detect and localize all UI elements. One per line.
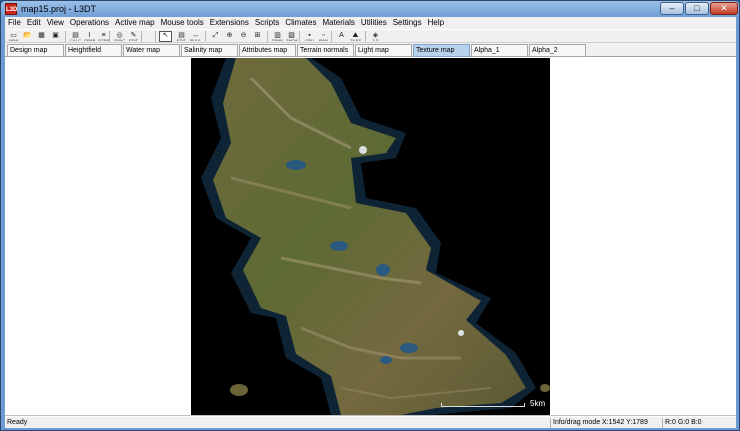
status-text: Ready — [7, 419, 28, 426]
sync-icon[interactable]: ◎SYNCH — [113, 31, 126, 42]
zoom-fit-icon-glyph: ⤢ — [212, 32, 219, 39]
tool-rule-icon-label: RULE — [190, 38, 201, 42]
map-tabs: Design map Heightfield Water map Salinit… — [5, 43, 736, 57]
menu-mouse-tools[interactable]: Mouse tools — [158, 17, 207, 29]
toolbar-separator — [205, 31, 206, 42]
save-all-icon[interactable]: ▦ — [35, 31, 48, 42]
scale-label: 5km — [530, 399, 546, 408]
toolbar: ▭NEW📂▦▣▤CALC⌇GRAPH≡SCRIPT◎SYNCH✎EDIT↖▤ED… — [5, 29, 736, 43]
texture-map-image[interactable]: 5km — [191, 58, 550, 415]
menu-active-map[interactable]: Active map — [112, 17, 158, 29]
status-bar: Ready Info/drag mode X:1542 Y:1789 R:0 G… — [5, 416, 736, 428]
ram-icon-label: RAM — [319, 38, 328, 42]
open-icon-glyph: 📂 — [23, 32, 32, 39]
toolbar-separator — [155, 31, 156, 42]
tool-edit-icon[interactable]: ▤ EDIT — [175, 31, 188, 42]
menu-utilities[interactable]: Utilities — [358, 17, 390, 29]
menu-climates[interactable]: Climates — [282, 17, 319, 29]
paint-icon[interactable]: A — [335, 31, 348, 42]
tiles-icon-label: TILES — [350, 38, 362, 42]
menu-extensions[interactable]: Extensions — [207, 17, 252, 29]
menu-file[interactable]: File — [5, 17, 24, 29]
select-icon[interactable]: ↖ — [159, 31, 172, 42]
menu-operations[interactable]: Operations — [67, 17, 112, 29]
tab-alpha-1[interactable]: Alpha_1 — [471, 44, 528, 57]
toolbar-separator — [109, 31, 110, 42]
tool-rule-icon[interactable]: ↔ RULE — [189, 31, 202, 42]
toolbar-separator — [65, 31, 66, 42]
zoom-region-icon-glyph: ⊞ — [254, 32, 261, 39]
save-icon-glyph: ▣ — [52, 32, 59, 39]
mouse-mode-status: Info/drag mode X:1542 Y:1789 — [553, 419, 648, 426]
zoom-region-icon[interactable]: ⊞ — [251, 31, 264, 42]
zoom-in-icon[interactable]: ⊕ — [223, 31, 236, 42]
save-all-icon-glyph: ▦ — [38, 32, 45, 39]
tab-heightfield[interactable]: Heightfield — [65, 44, 122, 57]
tab-alpha-2[interactable]: Alpha_2 — [529, 44, 586, 57]
toolbar-separator — [365, 31, 366, 42]
draw-map-icon-label: DRAW — [272, 38, 284, 42]
status-divider — [550, 418, 551, 428]
zoom-in-icon-glyph: ⊕ — [226, 32, 233, 39]
toolbar-separator — [267, 31, 268, 42]
maximize-button[interactable]: □ — [685, 2, 709, 15]
toolbar-separator — [299, 31, 300, 42]
cpu-icon-label: CPU — [305, 38, 314, 42]
client-area: File Edit View Operations Active map Mou… — [5, 17, 736, 428]
menu-bar: File Edit View Operations Active map Mou… — [5, 17, 736, 29]
app-window: L3D map15.proj - L3DT – □ ✕ File Edit Vi… — [0, 0, 740, 431]
ram-icon[interactable]: ▫ RAM — [317, 31, 330, 42]
status-divider — [662, 418, 663, 428]
edit-icon[interactable]: ✎ EDIT — [127, 31, 140, 42]
tab-design-map[interactable]: Design map — [7, 44, 64, 57]
draw-map-icon[interactable]: ▥ DRAW — [271, 31, 284, 42]
calc-icon-label: CALC — [70, 38, 81, 42]
3d-view-icon-label: 3-D — [372, 38, 379, 42]
menu-settings[interactable]: Settings — [390, 17, 425, 29]
edit-icon-label: EDIT — [128, 38, 139, 42]
save-icon[interactable]: ▣ — [49, 31, 62, 42]
3d-view-icon[interactable]: ◈ 3-D — [369, 31, 382, 42]
show-map-icon-label: SHOW — [286, 38, 298, 42]
tiles-icon[interactable]: ⛰ TILES — [349, 31, 362, 42]
graph-icon-label: GRAPH — [84, 38, 96, 42]
zoom-out-icon[interactable]: ⊖ — [237, 31, 250, 42]
app-icon[interactable]: L3D — [5, 3, 17, 15]
tab-light-map[interactable]: Light map — [355, 44, 412, 57]
minimize-button[interactable]: – — [660, 2, 684, 15]
menu-materials[interactable]: Materials — [319, 17, 357, 29]
cpu-icon[interactable]: ▪ CPU — [303, 31, 316, 42]
open-icon[interactable]: 📂 — [21, 31, 34, 42]
new-icon[interactable]: ▭ NEW — [7, 31, 20, 42]
calc-icon[interactable]: ▤ CALC — [69, 31, 82, 42]
zoom-out-icon-glyph: ⊖ — [240, 32, 247, 39]
tab-texture-map[interactable]: Texture map — [413, 44, 470, 57]
graph-icon[interactable]: ⌇GRAPH — [83, 31, 96, 42]
tab-water-map[interactable]: Water map — [123, 44, 180, 57]
map-viewport[interactable]: 5km — [5, 57, 736, 416]
window-title: map15.proj - L3DT — [21, 4, 97, 14]
sync-icon-label: SYNCH — [114, 38, 126, 42]
tab-attributes-map[interactable]: Attributes map — [239, 44, 296, 57]
tab-salinity-map[interactable]: Salinity map — [181, 44, 238, 57]
zoom-fit-icon[interactable]: ⤢ — [209, 31, 222, 42]
pixel-color-status: R:0 G:0 B:0 — [665, 419, 702, 426]
scale-bar — [441, 403, 525, 407]
new-icon-label: NEW — [8, 38, 19, 42]
paint-icon-glyph: A — [339, 32, 344, 39]
tab-terrain-normals[interactable]: Terrain normals — [297, 44, 354, 57]
title-bar[interactable]: L3D map15.proj - L3DT – □ ✕ — [1, 1, 739, 17]
select-icon-glyph: ↖ — [162, 32, 169, 39]
terrain-render — [191, 58, 550, 415]
show-map-icon[interactable]: ▧ SHOW — [285, 31, 298, 42]
menu-scripts[interactable]: Scripts — [252, 17, 282, 29]
tool-edit-icon-label: EDIT — [176, 38, 187, 42]
menu-help[interactable]: Help — [425, 17, 447, 29]
menu-edit[interactable]: Edit — [24, 17, 44, 29]
menu-view[interactable]: View — [44, 17, 67, 29]
close-button[interactable]: ✕ — [710, 2, 738, 15]
toolbar-separator — [141, 31, 142, 42]
toolbar-separator — [331, 31, 332, 42]
